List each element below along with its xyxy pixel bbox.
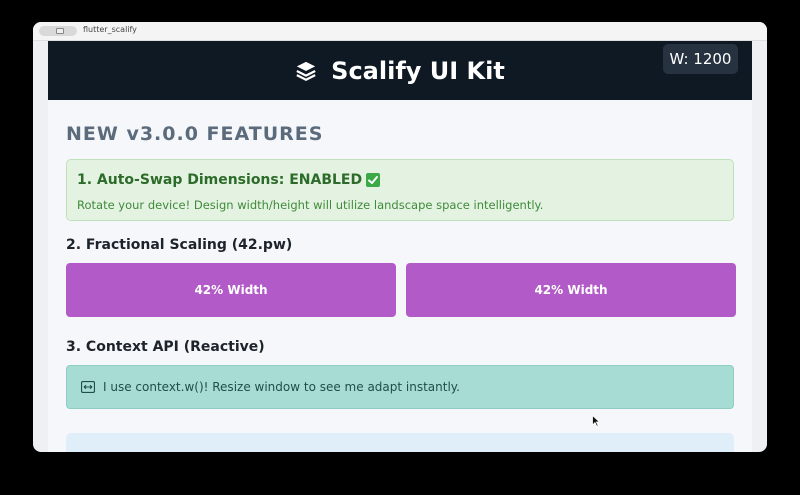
check-mark-icon xyxy=(366,173,381,187)
auto-swap-description: Rotate your device! Design width/height … xyxy=(77,198,544,212)
app-window: flutter_scalify Scalify UI Kit W: 1200 N… xyxy=(33,22,767,452)
fractional-width-label: 42% Width xyxy=(194,283,268,297)
window-icon xyxy=(56,28,64,34)
layers-icon xyxy=(296,61,316,81)
auto-swap-title-row: 1. Auto-Swap Dimensions: ENABLED xyxy=(77,172,381,188)
fractional-width-box: 42% Width xyxy=(406,263,736,317)
context-api-message: I use context.w()! Resize window to see … xyxy=(103,380,460,394)
width-badge: W: 1200 xyxy=(663,44,738,74)
app-bar-title-group: Scalify UI Kit xyxy=(48,41,752,100)
context-api-title: 3. Context API (Reactive) xyxy=(66,339,265,355)
mouse-cursor-icon xyxy=(592,415,600,427)
auto-swap-card: 1. Auto-Swap Dimensions: ENABLED Rotate … xyxy=(66,159,734,221)
auto-swap-title: 1. Auto-Swap Dimensions: ENABLED xyxy=(77,172,363,188)
fractional-width-label: 42% Width xyxy=(534,283,608,297)
fractional-width-box: 42% Width xyxy=(66,263,396,317)
window-titlebar: flutter_scalify xyxy=(33,22,767,41)
app-title: Scalify UI Kit xyxy=(331,56,505,85)
window-title: flutter_scalify xyxy=(83,25,137,34)
fractional-scaling-title: 2. Fractional Scaling (42.pw) xyxy=(66,237,293,253)
app-bar: Scalify UI Kit W: 1200 xyxy=(48,41,752,100)
features-heading: NEW v3.0.0 FEATURES xyxy=(66,123,324,145)
resize-icon xyxy=(81,381,95,393)
window-tab[interactable] xyxy=(39,26,77,36)
app-content: Scalify UI Kit W: 1200 NEW v3.0.0 FEATUR… xyxy=(48,41,752,452)
next-feature-card xyxy=(66,433,734,452)
context-api-card: I use context.w()! Resize window to see … xyxy=(66,365,734,409)
